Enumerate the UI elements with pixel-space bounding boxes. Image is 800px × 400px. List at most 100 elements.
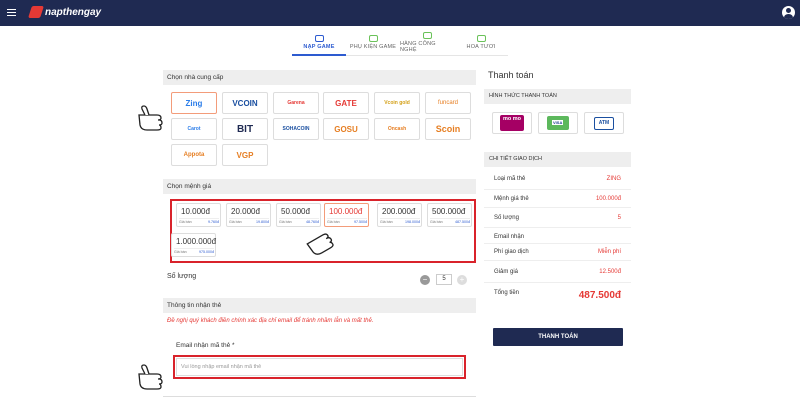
divider	[163, 396, 476, 397]
price-label: Giá bán	[174, 250, 187, 254]
quantity-plus-button[interactable]: +	[457, 275, 467, 285]
price-value: 975.000đ	[199, 250, 214, 254]
atm-card-icon: ATM	[594, 116, 614, 130]
quantity-minus-button[interactable]: −	[420, 275, 430, 285]
category-tabs: NẠP GAME PHỤ KIỆN GAME HÀNG CÔNG NGHỆ HO…	[292, 30, 508, 56]
tab-label: HÀNG CÔNG NGHỆ	[400, 41, 436, 53]
denomination-price: Giá bán 97.500đ	[327, 218, 367, 224]
payment-title: Thanh toán	[488, 70, 534, 80]
price-label: Giá bán	[327, 220, 340, 224]
detail-label: Phí giao dịch	[494, 249, 529, 255]
denomination-price: Giá bán 9.760đ	[179, 218, 219, 224]
tab-nap-game[interactable]: NẠP GAME	[292, 30, 346, 56]
payment-method-visa[interactable]	[538, 112, 578, 134]
payment-method-atm[interactable]: ATM	[584, 112, 624, 134]
detail-value: ZING	[606, 176, 621, 182]
provider-carot[interactable]: Carot	[171, 118, 217, 140]
detail-value: 12.500đ	[599, 269, 621, 275]
total-label: Tổng tiền	[494, 290, 520, 296]
provider-garena[interactable]: Garena	[273, 92, 319, 114]
denomination-option[interactable]: 50.000đ Giá bán 48.760đ	[276, 203, 321, 227]
denomination-value: 500.000đ	[432, 207, 466, 216]
denomination-price: Giá bán 198.000đ	[380, 218, 420, 224]
denomination-option[interactable]: 1.000.000đ Giá bán 975.000đ	[171, 233, 216, 257]
detail-row-email: Email nhận	[484, 228, 631, 244]
transaction-detail-title: CHI TIẾT GIAO DỊCH	[484, 152, 631, 167]
provider-scoin[interactable]: Scoin	[425, 118, 471, 140]
detail-value: Miễn phí	[597, 249, 621, 255]
detail-label: Loại mã thẻ	[494, 176, 526, 182]
price-value: 19.800đ	[256, 220, 269, 224]
detail-value: 100.000đ	[595, 196, 621, 202]
provider-gate[interactable]: GATE	[323, 92, 369, 114]
quantity-label: Số lượng	[167, 273, 197, 280]
price-label: Giá bán	[229, 220, 242, 224]
tab-hang-cong-nghe[interactable]: HÀNG CÔNG NGHỆ	[400, 30, 454, 56]
menu-icon[interactable]	[7, 9, 16, 16]
detail-label: Mệnh giá thẻ	[494, 196, 529, 202]
denominations-section-title: Chọn mệnh giá	[163, 179, 476, 194]
denomination-option[interactable]: 500.000đ Giá bán 487.500đ	[427, 203, 472, 227]
pointing-hand-icon	[138, 105, 163, 131]
detail-row-total: Tổng tiền 487.500đ	[484, 283, 631, 309]
email-field[interactable]: Vui lòng nhập email nhận mã thẻ	[176, 358, 463, 376]
providers-section-title: Chọn nhà cung cấp	[163, 70, 476, 85]
provider-bit[interactable]: BIT	[222, 118, 268, 140]
denomination-option[interactable]: 20.000đ Giá bán 19.800đ	[226, 203, 271, 227]
device-icon	[422, 32, 432, 39]
denomination-value: 20.000đ	[231, 207, 260, 216]
denomination-value: 200.000đ	[382, 207, 416, 216]
user-account-icon[interactable]	[782, 6, 795, 19]
total-value: 487.500đ	[578, 290, 621, 301]
controller-icon	[368, 35, 378, 42]
denomination-option[interactable]: 10.000đ Giá bán 9.760đ	[176, 203, 221, 227]
detail-row-quantity: Số lượng 5	[484, 208, 631, 228]
brand-name: napthengay	[45, 6, 102, 18]
provider-sohacoin[interactable]: SOHACOIN	[273, 118, 319, 140]
payment-method-momo[interactable]: mo mo	[492, 112, 532, 134]
provider-vcoin[interactable]: VCOIN	[222, 92, 268, 114]
price-label: Giá bán	[179, 220, 192, 224]
denomination-price: Giá bán 48.760đ	[279, 218, 319, 224]
detail-row-discount: Giảm giá 12.500đ	[484, 261, 631, 283]
provider-appota[interactable]: Appota	[171, 144, 217, 166]
quantity-input[interactable]: 5	[436, 274, 452, 285]
email-label: Email nhận mã thẻ *	[176, 342, 235, 349]
provider-vcoin-gold[interactable]: Vcoin gold	[374, 92, 420, 114]
pay-button[interactable]: THANH TOÁN	[493, 328, 623, 346]
tab-label: HOA TƯƠI	[466, 44, 496, 50]
visa-card-icon	[547, 116, 569, 130]
provider-oncash[interactable]: Oncash	[374, 118, 420, 140]
price-label: Giá bán	[380, 220, 393, 224]
provider-zing[interactable]: Zing	[171, 92, 217, 114]
email-notice: Đề nghị quý khách điền chính xác địa chỉ…	[167, 318, 374, 324]
pointing-hand-icon	[306, 233, 334, 255]
provider-funcard[interactable]: funcard	[425, 92, 471, 114]
denomination-price: Giá bán 487.500đ	[430, 218, 470, 224]
flower-icon	[476, 35, 486, 42]
tab-label: NẠP GAME	[303, 43, 335, 50]
tab-phu-kien-game[interactable]: PHỤ KIỆN GAME	[346, 30, 400, 56]
denomination-value: 100.000đ	[329, 207, 363, 216]
price-label: Giá bán	[279, 220, 292, 224]
tab-hoa-tuoi[interactable]: HOA TƯƠI	[454, 30, 508, 56]
detail-label: Email nhận	[494, 234, 525, 240]
price-value: 198.000đ	[405, 220, 420, 224]
denomination-value: 1.000.000đ	[176, 237, 217, 246]
pointing-hand-icon	[138, 364, 163, 390]
provider-gosu[interactable]: GOSU	[323, 118, 369, 140]
denomination-option-selected[interactable]: 100.000đ Giá bán 97.500đ	[324, 203, 369, 227]
top-navbar: napthengay	[0, 0, 800, 26]
detail-value: 5	[617, 215, 621, 221]
denomination-value: 50.000đ	[281, 207, 310, 216]
provider-vgp[interactable]: VGP	[222, 144, 268, 166]
price-value: 9.760đ	[208, 220, 219, 224]
tab-label: PHỤ KIỆN GAME	[349, 44, 397, 50]
gamepad-icon	[314, 34, 324, 42]
detail-row-fee: Phí giao dịch Miễn phí	[484, 244, 631, 261]
detail-label: Số lượng	[494, 215, 519, 221]
brand-logo[interactable]: napthengay	[28, 6, 102, 18]
denomination-value: 10.000đ	[181, 207, 210, 216]
denomination-option[interactable]: 200.000đ Giá bán 198.000đ	[377, 203, 422, 227]
price-value: 487.500đ	[455, 220, 470, 224]
